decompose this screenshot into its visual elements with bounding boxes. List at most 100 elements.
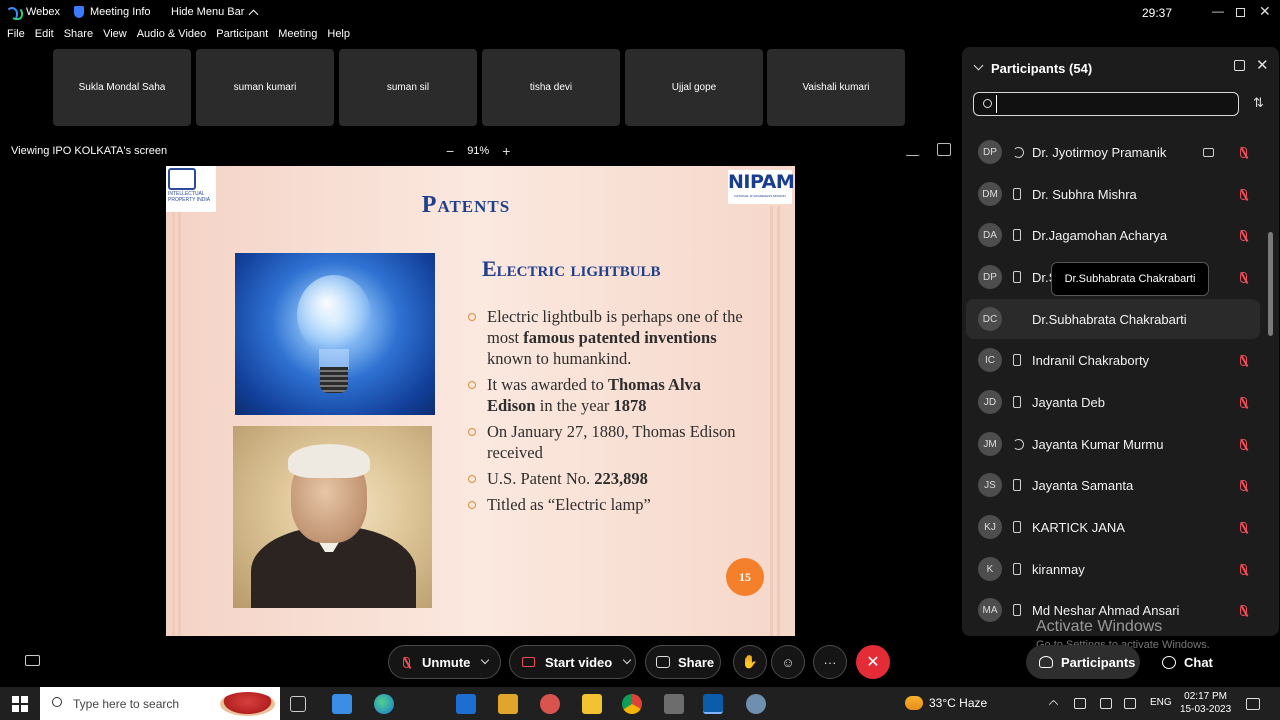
sort-icon[interactable]: ⇅ (1253, 95, 1264, 111)
participant-name: Dr. Jyotirmoy Pramanik (1032, 144, 1167, 160)
participant-row[interactable]: JM Jayanta Kumar Murmu (966, 424, 1260, 464)
chat-toggle-button[interactable]: Chat (1162, 645, 1213, 679)
muted-mic-icon (1240, 438, 1247, 450)
edison-portrait-image (233, 426, 432, 608)
app-icon[interactable] (746, 694, 766, 714)
app-icon[interactable] (540, 694, 560, 714)
menu-meeting[interactable]: Meeting (278, 28, 317, 46)
participant-row[interactable]: KJ KARTICK JANA (966, 507, 1260, 547)
muted-mic-icon (1240, 271, 1247, 283)
leave-meeting-button[interactable]: ✕ (856, 645, 890, 679)
muted-mic-icon (1240, 146, 1247, 158)
bullet-bold-text: 1878 (613, 396, 647, 415)
menu-view[interactable]: View (103, 28, 127, 46)
avatar: JD (978, 390, 1002, 414)
tile-name: suman kumari (233, 82, 297, 93)
closed-caption-icon[interactable] (25, 655, 40, 666)
sync-device-icon (1013, 146, 1024, 158)
more-options-button[interactable]: ··· (813, 645, 847, 679)
network-icon[interactable] (1074, 698, 1086, 709)
people-icon (1039, 656, 1053, 668)
mail-icon[interactable] (456, 694, 476, 714)
video-editor-icon[interactable] (664, 694, 684, 714)
hide-menu-bar-button[interactable]: Hide Menu Bar (171, 6, 259, 19)
minimize-button[interactable]: — (1212, 4, 1224, 18)
menu-help[interactable]: Help (327, 28, 350, 46)
language-indicator[interactable]: ENG (1150, 697, 1172, 708)
bulb-base (320, 367, 348, 393)
task-view-icon[interactable] (290, 696, 306, 712)
chevron-down-icon[interactable] (622, 655, 632, 665)
participant-row[interactable]: DA Dr.Jagamohan Acharya (966, 215, 1260, 255)
avatar: JS (978, 473, 1002, 497)
video-tile[interactable]: Sukla Mondal Saha (53, 49, 191, 126)
participant-row[interactable]: IC Indranil Chakraborty (966, 340, 1260, 380)
store-icon[interactable] (332, 694, 352, 714)
collapse-chevron-icon[interactable] (973, 60, 984, 71)
menu-audio-video[interactable]: Audio & Video (137, 28, 207, 46)
weather-widget[interactable]: 33°C Haze (905, 696, 987, 710)
close-window-button[interactable]: ✕ (1259, 3, 1271, 20)
windows-logo-tile (21, 705, 28, 712)
video-tile[interactable]: suman sil (339, 49, 477, 126)
phone-device-icon (1013, 396, 1021, 408)
start-video-button[interactable]: Start video (509, 645, 636, 679)
panel-scrollbar[interactable] (1268, 232, 1273, 336)
edge-browser-icon[interactable] (374, 694, 394, 714)
participant-search-input[interactable] (996, 95, 1234, 113)
video-tile[interactable]: tisha devi (482, 49, 620, 126)
muted-mic-icon (1240, 396, 1247, 408)
chevron-down-icon[interactable] (481, 655, 490, 665)
wifi-icon[interactable] (1100, 698, 1112, 709)
menu-edit[interactable]: Edit (35, 28, 54, 46)
windows-start-button[interactable] (12, 696, 28, 712)
video-tile[interactable]: Ujjal gope (625, 49, 763, 126)
video-tile[interactable]: suman kumari (196, 49, 334, 126)
participant-row[interactable]: JS Jayanta Samanta (966, 465, 1260, 505)
webex-taskbar-icon[interactable] (703, 694, 723, 714)
participant-row[interactable]: DC Dr.Subhabrata Chakrabarti (966, 299, 1260, 339)
avatar: JM (978, 432, 1002, 456)
taskbar-search-box[interactable]: Type here to search (40, 687, 280, 720)
weather-icon (905, 696, 923, 710)
windows-logo-tile (21, 696, 28, 703)
menu-bar: File Edit Share View Audio & Video Parti… (0, 28, 353, 46)
zoom-in-button[interactable]: + (502, 143, 510, 159)
annotate-icon[interactable] (905, 143, 927, 156)
chrome-browser-icon[interactable] (622, 694, 642, 714)
close-panel-icon[interactable]: ✕ (1256, 56, 1269, 74)
file-explorer-icon[interactable] (582, 694, 602, 714)
menu-participant[interactable]: Participant (216, 28, 268, 46)
reactions-button[interactable]: ☺ (771, 645, 805, 679)
meeting-info-label: Meeting Info (90, 6, 151, 18)
video-tile[interactable]: Vaishali kumari (767, 49, 905, 126)
meeting-info-button[interactable]: Meeting Info (74, 6, 151, 18)
raise-hand-button[interactable]: ✋ (733, 645, 767, 679)
participant-row[interactable]: DM Dr. Subhra Mishra (966, 174, 1260, 214)
meeting-timer: 29:37 (1142, 6, 1173, 20)
bullet-text: U.S. Patent No. (487, 469, 595, 488)
menu-share[interactable]: Share (64, 28, 93, 46)
system-clock[interactable]: 02:17 PM 15-03-2023 (1180, 690, 1231, 716)
zoom-out-button[interactable]: − (446, 143, 454, 159)
weather-text: 33°C Haze (929, 696, 988, 710)
volume-icon[interactable] (1124, 698, 1136, 709)
participants-toggle-button[interactable]: Participants (1026, 645, 1140, 679)
unmute-button[interactable]: Unmute (388, 645, 501, 679)
maximize-button[interactable] (1236, 8, 1245, 17)
slide-title: Patents (421, 192, 511, 218)
tray-chevron-icon[interactable] (1048, 699, 1059, 710)
bullet-text: It was awarded to (487, 375, 608, 394)
remote-control-icon[interactable] (937, 143, 951, 156)
share-button[interactable]: Share (645, 645, 721, 679)
participant-row[interactable]: DP Dr. Jyotirmoy Pramanik (966, 132, 1260, 172)
bullet-item: It was awarded to Thomas Alva Edison in … (468, 374, 748, 416)
menu-file[interactable]: File (7, 28, 25, 46)
participant-row[interactable]: K kiranmay (966, 549, 1260, 589)
media-app-icon[interactable] (498, 694, 518, 714)
popout-icon[interactable] (1234, 60, 1245, 71)
participant-row[interactable]: JD Jayanta Deb (966, 382, 1260, 422)
notification-icon[interactable] (1246, 698, 1260, 710)
activate-windows-watermark: Activate Windows (1036, 618, 1163, 635)
muted-mic-icon (1240, 188, 1247, 200)
